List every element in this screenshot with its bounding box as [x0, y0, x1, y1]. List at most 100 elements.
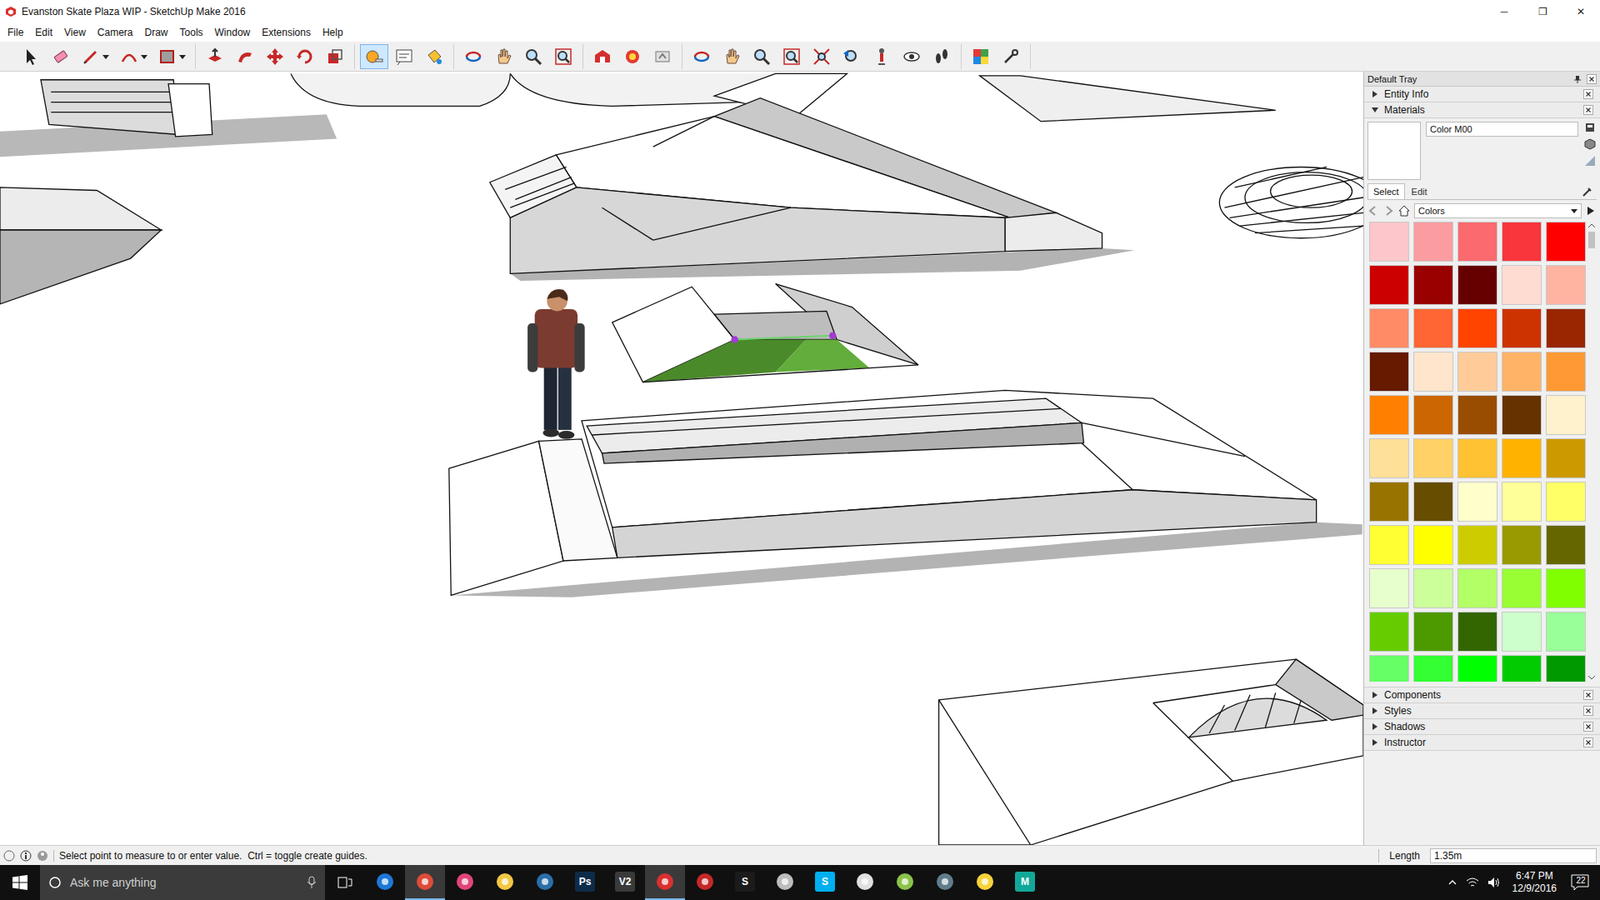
clock[interactable]: 6:47 PM12/9/2016: [1509, 870, 1560, 895]
color-swatch[interactable]: [1545, 655, 1586, 682]
home-icon[interactable]: [1397, 204, 1411, 218]
tool-button[interactable]: [115, 44, 152, 70]
color-swatch[interactable]: [1457, 395, 1498, 435]
material-tab[interactable]: Select: [1367, 183, 1405, 200]
tool-button[interactable]: [897, 44, 926, 70]
color-swatch[interactable]: [1369, 308, 1410, 349]
color-swatch[interactable]: [1413, 351, 1454, 392]
default-material-icon[interactable]: [1584, 155, 1596, 167]
color-swatch[interactable]: [1413, 265, 1454, 305]
tool-button[interactable]: [489, 44, 518, 70]
taskbar-app[interactable]: [965, 865, 1005, 900]
color-swatch[interactable]: [1457, 221, 1498, 262]
color-swatch[interactable]: [1501, 351, 1542, 392]
color-swatch[interactable]: [1545, 481, 1586, 522]
color-swatch[interactable]: [1413, 568, 1454, 609]
tool-button[interactable]: [717, 44, 746, 70]
color-swatch[interactable]: [1369, 568, 1410, 609]
tool-button[interactable]: [519, 44, 548, 70]
taskbar-app[interactable]: [885, 865, 925, 900]
color-swatch[interactable]: [1545, 265, 1586, 305]
color-swatch[interactable]: [1369, 438, 1410, 479]
search-box[interactable]: Ask me anything: [40, 865, 325, 900]
tool-button[interactable]: [837, 44, 866, 70]
tray-section-header[interactable]: Shadows: [1364, 719, 1600, 735]
tool-button[interactable]: [807, 44, 836, 70]
color-swatch[interactable]: [1369, 351, 1410, 392]
color-swatch[interactable]: [1501, 611, 1542, 652]
tool-button[interactable]: [459, 44, 488, 70]
color-swatch[interactable]: [1457, 438, 1498, 479]
color-swatch[interactable]: [1413, 221, 1454, 262]
taskbar-app[interactable]: [485, 865, 525, 900]
close-icon[interactable]: [1583, 89, 1594, 100]
color-swatch[interactable]: [1501, 265, 1542, 305]
tool-button[interactable]: [200, 44, 230, 70]
dropdown-icon[interactable]: [179, 53, 186, 60]
scroll-thumb[interactable]: [1588, 231, 1595, 249]
tool-button[interactable]: [618, 44, 647, 70]
color-swatch[interactable]: [1413, 395, 1454, 435]
tool-button[interactable]: [290, 44, 320, 70]
color-swatch[interactable]: [1413, 611, 1454, 652]
close-icon[interactable]: [1586, 74, 1597, 85]
task-view-button[interactable]: [325, 865, 365, 900]
microphone-icon[interactable]: [306, 875, 317, 890]
action-center-button[interactable]: 22: [1568, 871, 1594, 894]
tray-section-header[interactable]: Instructor: [1364, 735, 1600, 751]
color-swatch[interactable]: [1457, 525, 1498, 565]
tool-button[interactable]: [777, 44, 806, 70]
taskbar-app[interactable]: S: [725, 865, 765, 900]
tool-button[interactable]: [687, 44, 716, 70]
menu-item[interactable]: Camera: [91, 24, 140, 41]
model-viewport[interactable]: [0, 71, 1364, 845]
color-swatch[interactable]: [1457, 265, 1498, 305]
color-swatch[interactable]: [1369, 395, 1410, 435]
close-icon[interactable]: [1583, 705, 1594, 716]
color-swatch[interactable]: [1369, 221, 1410, 262]
pin-icon[interactable]: [1573, 75, 1582, 84]
taskbar-app[interactable]: Ps: [565, 865, 605, 900]
back-icon[interactable]: [1367, 205, 1380, 217]
tool-button[interactable]: [996, 44, 1025, 70]
tray-section-header[interactable]: Styles: [1364, 703, 1600, 720]
tool-button[interactable]: [46, 44, 75, 70]
color-swatch[interactable]: [1501, 481, 1542, 522]
tool-button[interactable]: [320, 44, 350, 70]
color-swatch[interactable]: [1545, 221, 1586, 262]
color-swatch[interactable]: [1545, 525, 1586, 565]
tool-button[interactable]: [549, 44, 578, 70]
taskbar-app[interactable]: [525, 865, 565, 900]
credits-icon[interactable]: [20, 850, 32, 862]
tool-button[interactable]: [230, 44, 260, 70]
user-icon[interactable]: [36, 850, 49, 862]
color-swatch[interactable]: [1413, 525, 1454, 565]
tool-button[interactable]: [588, 44, 617, 70]
volume-icon[interactable]: [1487, 876, 1501, 889]
color-swatch[interactable]: [1369, 611, 1410, 652]
scroll-down-icon[interactable]: [1587, 673, 1596, 682]
menu-item[interactable]: Help: [316, 24, 350, 41]
tool-button[interactable]: [360, 44, 389, 70]
network-icon[interactable]: [1465, 876, 1480, 889]
color-swatch[interactable]: [1501, 221, 1542, 262]
taskbar-app[interactable]: M: [1005, 865, 1045, 900]
forward-icon[interactable]: [1382, 205, 1395, 217]
color-swatch[interactable]: [1501, 438, 1542, 479]
color-swatch[interactable]: [1501, 525, 1542, 565]
tool-button[interactable]: [16, 44, 45, 70]
taskbar-app[interactable]: [685, 865, 725, 900]
color-swatch[interactable]: [1545, 395, 1586, 435]
geo-location-icon[interactable]: [3, 850, 15, 862]
tool-button[interactable]: [927, 44, 956, 70]
color-swatch[interactable]: [1501, 308, 1542, 349]
close-icon[interactable]: [1583, 721, 1594, 732]
scroll-up-icon[interactable]: [1587, 221, 1596, 230]
close-icon[interactable]: [1583, 690, 1594, 700]
taskbar-app[interactable]: [845, 865, 885, 900]
dropdown-icon[interactable]: [140, 53, 148, 60]
tool-button[interactable]: [76, 44, 114, 70]
tool-button[interactable]: [747, 44, 776, 70]
color-swatch[interactable]: [1457, 655, 1498, 682]
tool-button[interactable]: [966, 44, 995, 70]
